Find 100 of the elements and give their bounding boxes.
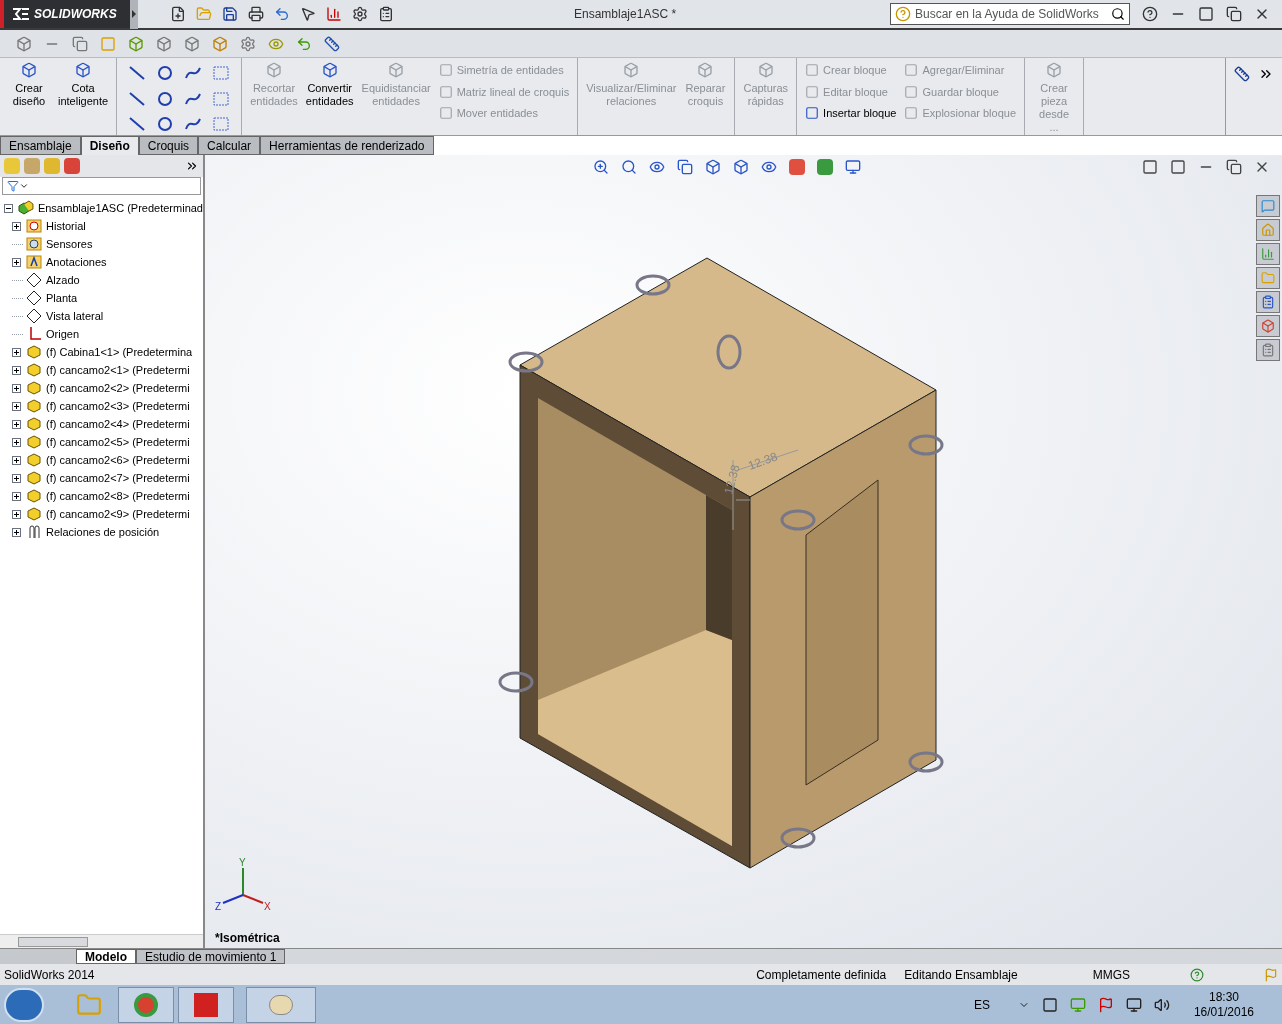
view-icon[interactable] — [649, 159, 665, 175]
tree-item[interactable]: (f) cancamo2<8> (Predetermi — [46, 487, 190, 505]
tree-item[interactable]: (f) cancamo2<2> (Predetermi — [46, 379, 190, 397]
tree-item[interactable]: Vista lateral — [46, 307, 104, 325]
tree-item[interactable]: Ensamblaje1ASC (Predeterminad — [37, 199, 203, 217]
tree-item[interactable]: Sensores — [46, 235, 93, 253]
undo-icon[interactable] — [274, 6, 290, 22]
units-field[interactable]: MMGS — [1092, 965, 1130, 984]
restore-icon[interactable] — [1226, 6, 1242, 22]
toolbar-icon[interactable] — [72, 35, 88, 52]
volume-icon[interactable] — [1153, 996, 1170, 1013]
task-pane-tab[interactable] — [1256, 195, 1280, 217]
tree-item[interactable]: (f) cancamo2<6> (Predetermi — [46, 451, 190, 469]
expand-toggle[interactable] — [12, 365, 21, 375]
task-pane-tab[interactable] — [1256, 243, 1280, 265]
task-pane-tab[interactable] — [1256, 315, 1280, 337]
cube-icon[interactable] — [705, 159, 721, 175]
model-tab[interactable]: Estudio de movimiento 1 — [136, 949, 286, 964]
expand-toggle[interactable] — [12, 473, 21, 483]
tree-item[interactable]: Origen — [46, 325, 80, 343]
sketch-tool-icon[interactable] — [185, 91, 202, 106]
new-file-icon[interactable] — [170, 6, 186, 22]
tile-icon[interactable] — [1170, 159, 1186, 175]
command-tab[interactable]: Diseño — [80, 136, 139, 155]
printer-icon[interactable] — [248, 6, 264, 22]
tree-item[interactable]: Alzado — [46, 271, 80, 289]
task-pane-tab[interactable] — [1256, 267, 1280, 289]
toolbar-icon[interactable] — [128, 35, 144, 52]
expand-toggle[interactable] — [12, 437, 21, 447]
expand-toggle[interactable] — [12, 509, 21, 519]
ribbon-button[interactable]: Convertir entidades — [301, 58, 358, 112]
sketch-tool-icon[interactable] — [129, 91, 146, 106]
glasses-icon[interactable] — [761, 159, 777, 175]
save-icon[interactable] — [222, 6, 238, 22]
restore-icon[interactable] — [1226, 159, 1242, 175]
task-pane-tab[interactable] — [1256, 339, 1280, 361]
zoom-icon[interactable] — [593, 159, 609, 175]
command-tab[interactable]: Herramientas de renderizado — [260, 136, 434, 155]
expand-toggle[interactable] — [12, 383, 21, 393]
horizontal-scrollbar[interactable] — [0, 934, 203, 948]
sketch-tool-icon[interactable] — [185, 117, 202, 132]
toolbar-icon[interactable] — [240, 35, 256, 52]
toolbar-icon[interactable] — [184, 35, 200, 52]
flag-icon[interactable] — [1097, 996, 1114, 1013]
expand-toggle[interactable] — [12, 257, 21, 267]
options-icon[interactable] — [352, 6, 368, 22]
tile-icon[interactable] — [1198, 6, 1214, 22]
command-tab[interactable]: Croquis — [138, 136, 199, 155]
list-icon[interactable] — [378, 6, 394, 22]
language-indicator[interactable]: ES — [973, 995, 990, 1014]
search-field[interactable]: Buscar en la Ayuda de SolidWorks — [890, 3, 1130, 25]
taskbar-app[interactable] — [118, 986, 174, 1023]
tree-item[interactable]: (f) cancamo2<5> (Predetermi — [46, 433, 190, 451]
expand-toggle[interactable] — [12, 491, 21, 501]
expand-toggle[interactable] — [12, 221, 21, 231]
ruler-icon[interactable] — [324, 35, 340, 52]
expand-icon[interactable] — [185, 159, 199, 173]
tree-item[interactable]: (f) cancamo2<1> (Predetermi — [46, 361, 190, 379]
toolbar-icon[interactable] — [296, 35, 312, 52]
expand-toggle[interactable] — [12, 527, 21, 537]
tree-item[interactable]: (f) cancamo2<3> (Predetermi — [46, 397, 190, 415]
sketch-tool-icon[interactable] — [129, 66, 146, 80]
tree-item[interactable]: Historial — [46, 217, 86, 235]
pointer-icon[interactable] — [300, 6, 316, 22]
tree-item[interactable]: (f) Cabina1<1> (Predetermina — [46, 343, 193, 361]
section-icon[interactable] — [677, 159, 693, 175]
cube-icon[interactable] — [733, 159, 749, 175]
sketch-tool-icon[interactable] — [157, 117, 174, 132]
tree-item[interactable]: Anotaciones — [46, 253, 107, 271]
expand-toggle[interactable] — [12, 419, 21, 429]
monitor-icon[interactable] — [845, 159, 861, 175]
toolbar-icon[interactable] — [156, 35, 172, 52]
tree-item[interactable]: (f) cancamo2<7> (Predetermi — [46, 469, 190, 487]
ribbon-button[interactable]: Cota inteligente — [54, 58, 113, 112]
sketch-tool-icon[interactable] — [129, 117, 146, 132]
help-icon[interactable] — [1142, 6, 1158, 22]
windows-icon[interactable] — [1041, 996, 1058, 1013]
tree-item[interactable]: (f) cancamo2<9> (Predetermi — [46, 505, 190, 523]
task-pane-tab[interactable] — [1256, 291, 1280, 313]
taskbar-app[interactable] — [178, 986, 234, 1023]
network-icon[interactable] — [1125, 996, 1142, 1013]
ribbon-button[interactable]: Crear diseño — [4, 58, 54, 112]
start-button[interactable] — [4, 987, 44, 1022]
clock[interactable]: 18:30 16/01/2016 — [1193, 989, 1254, 1020]
sketch-tool-icon[interactable] — [157, 91, 174, 106]
sketch-tool-icon[interactable] — [185, 66, 202, 80]
command-tab[interactable]: Calcular — [198, 136, 261, 155]
collapse-toggle[interactable] — [4, 203, 13, 213]
zoom-icon[interactable] — [621, 159, 637, 175]
model-tab[interactable]: Modelo — [76, 949, 136, 964]
sketch-tool-icon[interactable] — [157, 66, 174, 80]
toolbar-icon[interactable] — [16, 35, 32, 52]
tree-item[interactable]: Relaciones de posición — [46, 523, 160, 541]
command-tab[interactable]: Ensamblaje — [0, 136, 81, 155]
toolbar-icon[interactable] — [212, 35, 228, 52]
ribbon-small-button[interactable]: Insertar bloque — [805, 105, 897, 122]
ruler-icon[interactable] — [1234, 66, 1250, 82]
tree-item[interactable]: Planta — [46, 289, 78, 307]
expand-toggle[interactable] — [12, 455, 21, 465]
filter-field[interactable] — [2, 177, 201, 195]
